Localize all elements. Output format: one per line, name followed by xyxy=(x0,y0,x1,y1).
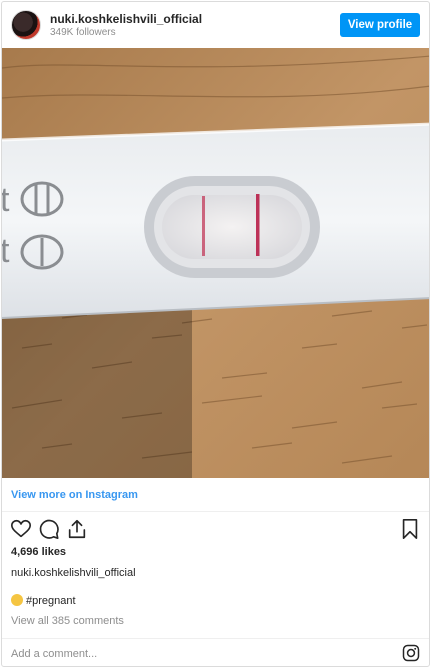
avatar[interactable] xyxy=(11,10,41,40)
username[interactable]: nuki.koshkelishvili_official xyxy=(50,12,202,26)
smiley-emoji-icon xyxy=(11,594,23,606)
hashtag-link[interactable]: #pregnant xyxy=(26,595,76,607)
pregnancy-test-image: t t xyxy=(2,48,429,478)
post-header: nuki.koshkelishvili_official 349K follow… xyxy=(2,2,429,48)
view-comments-link[interactable]: View all 385 comments xyxy=(11,615,124,627)
like-count[interactable]: 4,696 likes xyxy=(11,546,66,558)
share-icon[interactable] xyxy=(66,518,88,540)
svg-text:t: t xyxy=(2,232,10,270)
action-bar xyxy=(2,514,429,544)
bookmark-icon[interactable] xyxy=(399,518,421,540)
view-profile-button[interactable]: View profile xyxy=(340,13,420,37)
svg-text:t: t xyxy=(2,181,10,219)
view-more-bar: View more on Instagram xyxy=(2,478,429,512)
add-comment-placeholder[interactable]: Add a comment... xyxy=(11,648,97,660)
post-photo[interactable]: t t xyxy=(2,48,429,478)
comment-icon[interactable] xyxy=(38,518,60,540)
instagram-embed-card: nuki.koshkelishvili_official 349K follow… xyxy=(1,1,430,667)
heart-icon[interactable] xyxy=(10,518,32,540)
instagram-logo-icon[interactable] xyxy=(402,644,420,662)
follower-count: 349K followers xyxy=(50,27,116,38)
caption-text: #pregnant xyxy=(11,594,76,607)
caption-username[interactable]: nuki.koshkelishvili_official xyxy=(11,567,136,579)
add-comment-bar[interactable]: Add a comment... xyxy=(2,638,429,666)
view-more-link[interactable]: View more on Instagram xyxy=(11,489,138,501)
